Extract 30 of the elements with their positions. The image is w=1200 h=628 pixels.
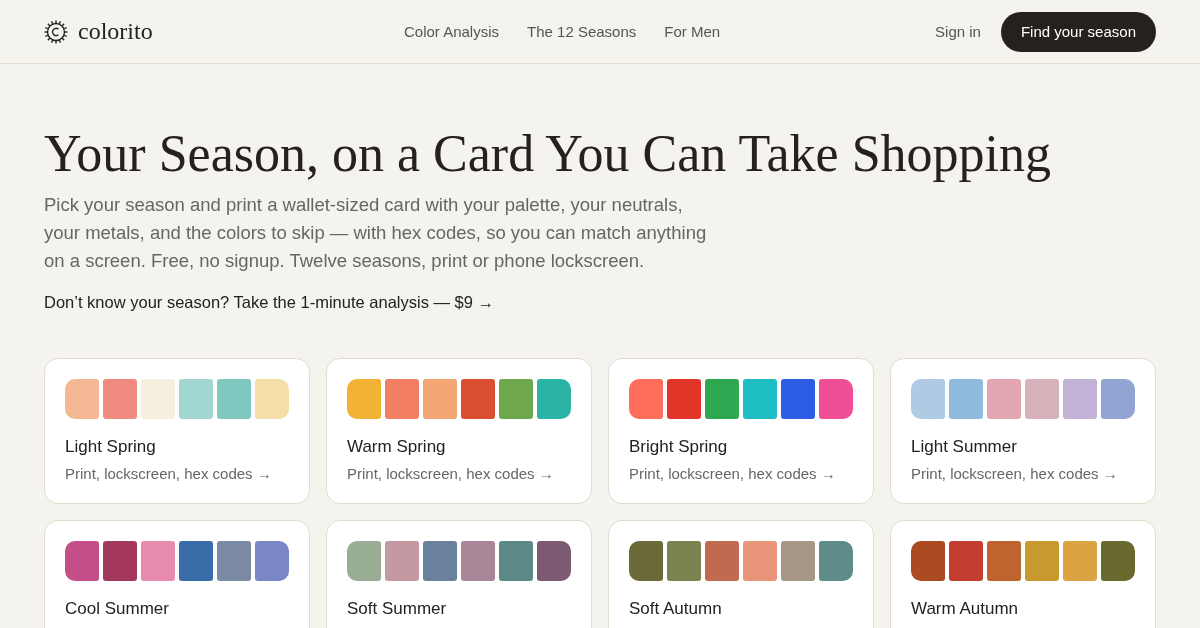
season-name: Soft Autumn: [629, 599, 723, 619]
logo[interactable]: colorito: [78, 18, 153, 45]
season-name: Light Summer: [911, 437, 1018, 457]
sign-in-link[interactable]: Sign in: [935, 23, 981, 40]
card-subtitle: Print, lockscreen, hex codes →: [65, 465, 273, 482]
nav-link[interactable]: The 12 Seasons: [527, 23, 637, 40]
season-card[interactable]: Cool Summer: [44, 520, 310, 628]
season-card[interactable]: Soft Summer: [326, 520, 592, 628]
analysis-link[interactable]: Don’t know your season? Take the 1-minute analysis — $9 →: [44, 293, 494, 312]
find-season-button[interactable]: Find your season: [1000, 11, 1156, 52]
season-card[interactable]: Soft Autumn: [608, 520, 874, 628]
season-card[interactable]: Warm Spring Print, lockscreen, hex codes →: [326, 358, 592, 504]
season-name: Warm Spring: [347, 437, 447, 457]
season-name: Warm Autumn: [911, 599, 1020, 619]
season-name: Cool Summer: [65, 599, 170, 619]
card-subtitle: Print, lockscreen, hex codes →: [911, 465, 1119, 482]
nav-link[interactable]: Color Analysis: [404, 23, 500, 40]
season-name: Bright Spring: [629, 437, 729, 457]
season-name: Light Spring: [65, 437, 157, 457]
season-name: Soft Summer: [347, 599, 448, 619]
card-subtitle: Print, lockscreen, hex codes →: [347, 465, 555, 482]
logo-icon: [44, 19, 68, 44]
season-card[interactable]: Bright Spring Print, lockscreen, hex codes →: [608, 358, 874, 504]
season-card[interactable]: Light Summer Print, lockscreen, hex codes →: [890, 358, 1156, 504]
nav-link[interactable]: For Men: [664, 23, 721, 40]
intro-paragraph: Pick your season and print a wallet-sized card with your palette, your neutrals, your metals, and the colors to skip — with hex codes, so you can match anything on a screen. Free, no signup. Twelve seasons, print or phone lockscreen.: [44, 193, 708, 273]
card-subtitle: Print, lockscreen, hex codes →: [629, 465, 837, 482]
season-card[interactable]: Warm Autumn: [890, 520, 1156, 628]
page-title: Your Season, on a Card You Can Take Shopping: [44, 124, 1053, 183]
season-card[interactable]: Light Spring Print, lockscreen, hex codes →: [44, 358, 310, 504]
